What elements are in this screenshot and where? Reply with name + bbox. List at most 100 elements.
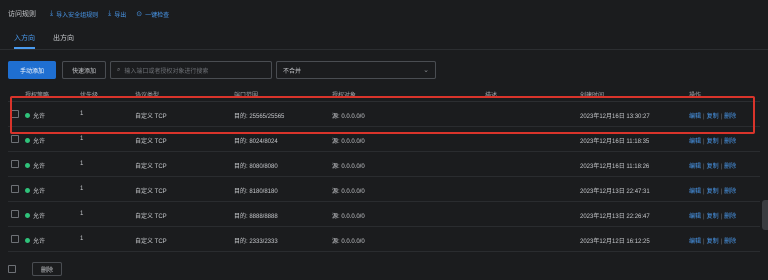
- quick-add-button[interactable]: 快速添加: [62, 61, 106, 79]
- search-placeholder: 输入端口或者授权对象进行搜索: [124, 68, 209, 75]
- ops-separator: |: [720, 189, 723, 195]
- protocol-cell: 自定义 TCP: [135, 164, 167, 170]
- edit-link[interactable]: 编辑: [689, 239, 701, 245]
- policy-label: 允许: [33, 164, 46, 170]
- page-header: 访问规则 ⤓ 导入安全组规则 ⤓ 导出 ⊙ 一键检查: [0, 0, 768, 28]
- ops-cell: 编辑 | 复制 | 删除: [689, 186, 736, 195]
- ops-separator: |: [720, 164, 723, 170]
- ops-separator: |: [703, 164, 705, 170]
- tab-inbound[interactable]: 入方向: [14, 33, 35, 49]
- port-cell: 目的: 8888/8888: [234, 214, 278, 220]
- port-cell: 目的: 2333/2333: [234, 239, 278, 245]
- edit-link[interactable]: 编辑: [689, 189, 701, 195]
- ops-cell: 编辑 | 复制 | 删除: [689, 211, 736, 220]
- row-checkbox[interactable]: [11, 210, 19, 218]
- delete-link[interactable]: 删除: [724, 214, 736, 220]
- bulk-delete-button[interactable]: 删除: [32, 262, 62, 276]
- ops-cell: 编辑 | 复制 | 删除: [689, 111, 736, 120]
- copy-link[interactable]: 复制: [707, 214, 719, 220]
- object-cell: 源: 0.0.0.0/0: [332, 239, 365, 245]
- policy-cell: 允许: [25, 161, 45, 170]
- delete-link[interactable]: 删除: [724, 189, 736, 195]
- ops-cell: 编辑 | 复制 | 删除: [689, 136, 736, 145]
- allow-status-dot: [25, 238, 30, 243]
- allow-status-dot: [25, 113, 30, 118]
- protocol-cell: 自定义 TCP: [135, 214, 167, 220]
- manual-add-button[interactable]: 手动添加: [8, 61, 56, 79]
- header-port: 端口范围: [234, 93, 259, 99]
- chevron-down-icon: ⌄: [423, 67, 429, 74]
- copy-link[interactable]: 复制: [707, 114, 719, 120]
- allow-status-dot: [25, 213, 30, 218]
- select-all-checkbox[interactable]: [8, 265, 16, 273]
- export-button[interactable]: ⤓ 导出: [108, 10, 126, 19]
- created-cell: 2023年12月16日 11:18:35: [580, 139, 650, 145]
- tab-outbound[interactable]: 出方向: [53, 33, 74, 49]
- priority-cell: 1: [80, 161, 84, 167]
- policy-cell: 允许: [25, 186, 45, 195]
- ops-separator: |: [720, 139, 723, 145]
- allow-status-dot: [25, 163, 30, 168]
- search-icon: ⌕: [117, 66, 121, 73]
- header-protocol: 协议类型: [135, 93, 160, 99]
- table-row: 允许 1 自定义 TCP 目的: 25565/25565 源: 0.0.0.0/…: [8, 102, 760, 127]
- delete-link[interactable]: 删除: [724, 164, 736, 170]
- delete-link[interactable]: 删除: [724, 139, 736, 145]
- import-rules-button[interactable]: ⤓ 导入安全组规则: [50, 10, 98, 19]
- check-icon: ⊙: [136, 11, 143, 18]
- row-checkbox[interactable]: [11, 160, 19, 168]
- priority-cell: 1: [80, 111, 84, 117]
- row-checkbox[interactable]: [11, 235, 19, 243]
- table-row: 允许 1 自定义 TCP 目的: 8180/8180 源: 0.0.0.0/0 …: [8, 177, 760, 202]
- merge-select[interactable]: 不合并 ⌄: [276, 61, 436, 79]
- object-cell: 源: 0.0.0.0/0: [332, 189, 365, 195]
- policy-label: 允许: [33, 214, 46, 220]
- delete-link[interactable]: 删除: [724, 114, 736, 120]
- created-cell: 2023年12月16日 13:30:27: [580, 114, 650, 120]
- ops-cell: 编辑 | 复制 | 删除: [689, 236, 736, 245]
- protocol-cell: 自定义 TCP: [135, 139, 167, 145]
- import-rules-label: 导入安全组规则: [56, 12, 99, 19]
- created-cell: 2023年12月16日 11:18:26: [580, 164, 650, 170]
- edit-link[interactable]: 编辑: [689, 214, 701, 220]
- protocol-cell: 自定义 TCP: [135, 239, 167, 245]
- ops-separator: |: [720, 214, 723, 220]
- header-desc: 描述: [485, 93, 498, 99]
- page-title: 访问规则: [8, 11, 36, 18]
- edit-link[interactable]: 编辑: [689, 164, 701, 170]
- table-row: 允许 1 自定义 TCP 目的: 8888/8888 源: 0.0.0.0/0 …: [8, 202, 760, 227]
- priority-cell: 1: [80, 136, 84, 142]
- object-cell: 源: 0.0.0.0/0: [332, 214, 365, 220]
- policy-cell: 允许: [25, 211, 45, 220]
- header-priority: 优先级: [80, 93, 99, 99]
- table-row: 允许 1 自定义 TCP 目的: 2333/2333 源: 0.0.0.0/0 …: [8, 227, 760, 252]
- row-checkbox[interactable]: [11, 135, 19, 143]
- ops-cell: 编辑 | 复制 | 删除: [689, 161, 736, 170]
- header-object: 授权对象: [332, 93, 357, 99]
- edit-link[interactable]: 编辑: [689, 139, 701, 145]
- policy-cell: 允许: [25, 111, 45, 120]
- priority-cell: 1: [80, 236, 84, 242]
- policy-label: 允许: [33, 114, 46, 120]
- search-input[interactable]: ⌕ 输入端口或者授权对象进行搜索: [110, 61, 272, 79]
- priority-cell: 1: [80, 186, 84, 192]
- port-cell: 目的: 25565/25565: [234, 114, 285, 120]
- ops-separator: |: [703, 114, 705, 120]
- one-click-check-button[interactable]: ⊙ 一键检查: [136, 10, 169, 19]
- row-checkbox[interactable]: [11, 185, 19, 193]
- ops-separator: |: [703, 139, 705, 145]
- row-checkbox[interactable]: [11, 110, 19, 118]
- ops-separator: |: [703, 214, 705, 220]
- object-cell: 源: 0.0.0.0/0: [332, 164, 365, 170]
- created-cell: 2023年12月13日 22:47:31: [580, 189, 650, 195]
- delete-link[interactable]: 删除: [724, 239, 736, 245]
- export-icon: ⤓: [108, 10, 112, 17]
- edit-link[interactable]: 编辑: [689, 114, 701, 120]
- copy-link[interactable]: 复制: [707, 239, 719, 245]
- copy-link[interactable]: 复制: [707, 189, 719, 195]
- copy-link[interactable]: 复制: [707, 139, 719, 145]
- toolbar: 手动添加 快速添加 ⌕ 输入端口或者授权对象进行搜索 不合并 ⌄: [8, 60, 436, 80]
- ops-separator: |: [703, 189, 705, 195]
- copy-link[interactable]: 复制: [707, 164, 719, 170]
- side-scroll-handle[interactable]: [762, 200, 768, 230]
